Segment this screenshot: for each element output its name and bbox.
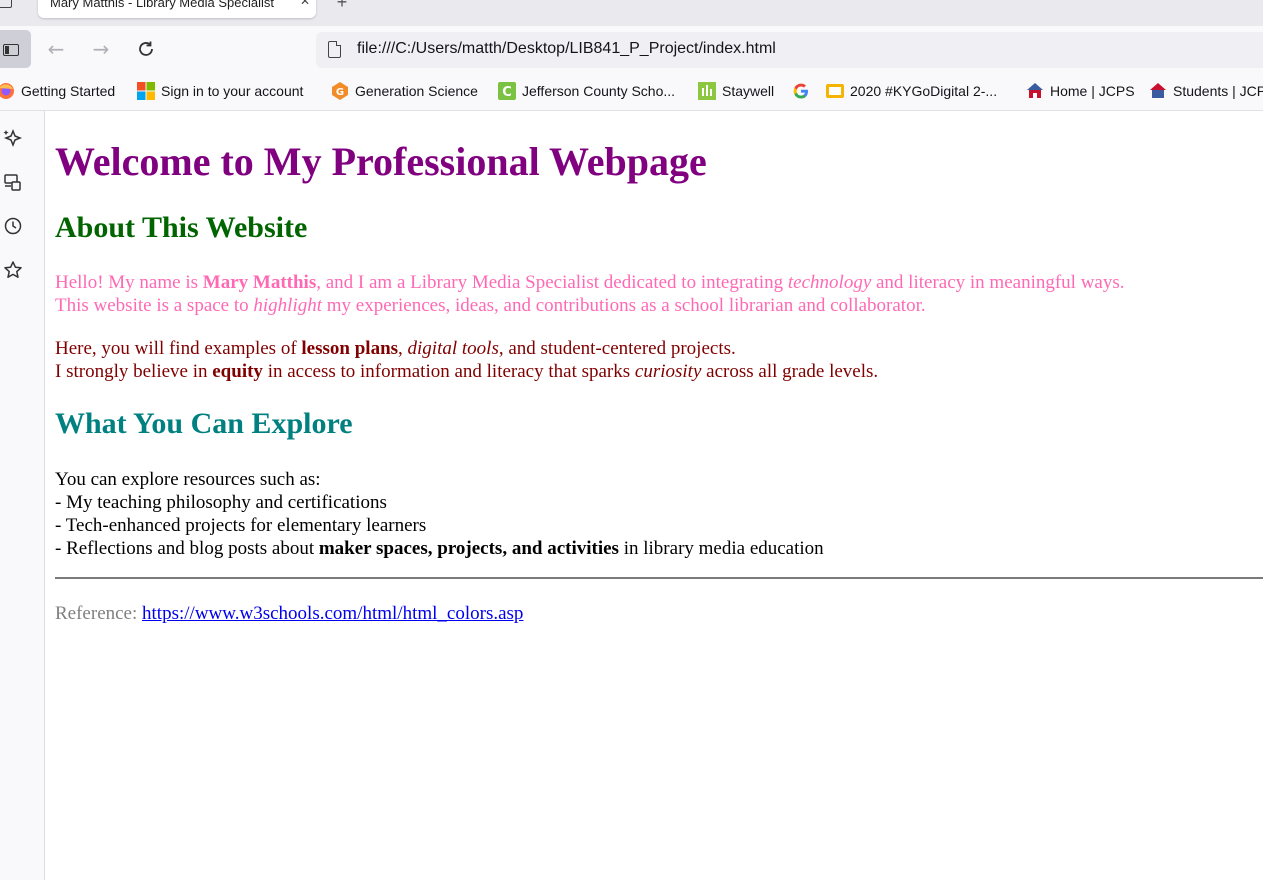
- reference-line: Reference: https://www.w3schools.com/htm…: [55, 602, 523, 625]
- tab-close-icon[interactable]: ✕: [298, 0, 312, 8]
- navigation-toolbar: ← → file:///C:/Users/matth/Desktop/LIB84…: [0, 26, 1263, 72]
- svg-text:G: G: [336, 87, 344, 98]
- horizontal-rule: [55, 577, 1263, 579]
- generation-science-icon: G: [332, 82, 348, 100]
- synced-tabs-icon[interactable]: [3, 172, 23, 192]
- new-tab-icon[interactable]: +: [334, 0, 350, 11]
- sidebar-strip: [0, 111, 45, 880]
- tab-strip: Mary Matthis - Library Media Specialist …: [0, 0, 1263, 26]
- address-bar[interactable]: file:///C:/Users/matth/Desktop/LIB841_P_…: [316, 32, 1263, 68]
- reference-link[interactable]: https://www.w3schools.com/html/html_colo…: [142, 603, 523, 624]
- staywell-icon: [698, 82, 716, 100]
- about-heading: About This Website: [55, 211, 308, 244]
- sidebar-toggle-button[interactable]: [0, 30, 31, 68]
- url-text[interactable]: file:///C:/Users/matth/Desktop/LIB841_P_…: [357, 40, 776, 58]
- bookmarks-bar: Getting Started Sign in to your account …: [0, 72, 1263, 111]
- firefox-icon: [0, 83, 14, 99]
- explore-paragraph: You can explore resources such as: - My t…: [55, 469, 824, 559]
- tab-title: Mary Matthis - Library Media Specialist: [50, 0, 274, 10]
- ai-chatbot-icon[interactable]: [3, 128, 23, 148]
- google-slides-icon: [826, 84, 844, 98]
- jcps-icon: [1027, 83, 1043, 98]
- active-tab[interactable]: Mary Matthis - Library Media Specialist …: [38, 0, 316, 18]
- web-page: Welcome to My Professional Webpage About…: [45, 111, 1263, 880]
- history-icon[interactable]: [3, 216, 23, 236]
- jcps-students-icon: [1150, 83, 1166, 98]
- explore-heading: What You Can Explore: [55, 407, 353, 440]
- list-item: - Tech-enhanced projects for elementary …: [55, 515, 427, 536]
- sidebar-icon: [3, 44, 19, 56]
- svg-text:C: C: [502, 85, 512, 100]
- jefferson-county-icon: C: [498, 82, 516, 100]
- forward-icon[interactable]: →: [89, 37, 113, 61]
- author-name: Mary Matthis: [202, 272, 317, 293]
- file-icon: [328, 41, 341, 58]
- microsoft-icon: [137, 82, 155, 100]
- bookmarks-star-icon[interactable]: [3, 260, 23, 280]
- google-icon: [793, 83, 808, 99]
- about-paragraph-2: Here, you will find examples of lesson p…: [55, 338, 879, 382]
- about-paragraph-1: Hello! My name is Mary Matthis, and I am…: [55, 272, 1125, 316]
- list-item: - My teaching philosophy and certificati…: [55, 492, 387, 513]
- reload-icon[interactable]: [134, 37, 158, 61]
- reference-label: Reference:: [55, 603, 143, 624]
- page-title: Welcome to My Professional Webpage: [55, 139, 707, 184]
- back-icon[interactable]: ←: [44, 37, 68, 61]
- sidebar-corner-icon: [0, 0, 12, 8]
